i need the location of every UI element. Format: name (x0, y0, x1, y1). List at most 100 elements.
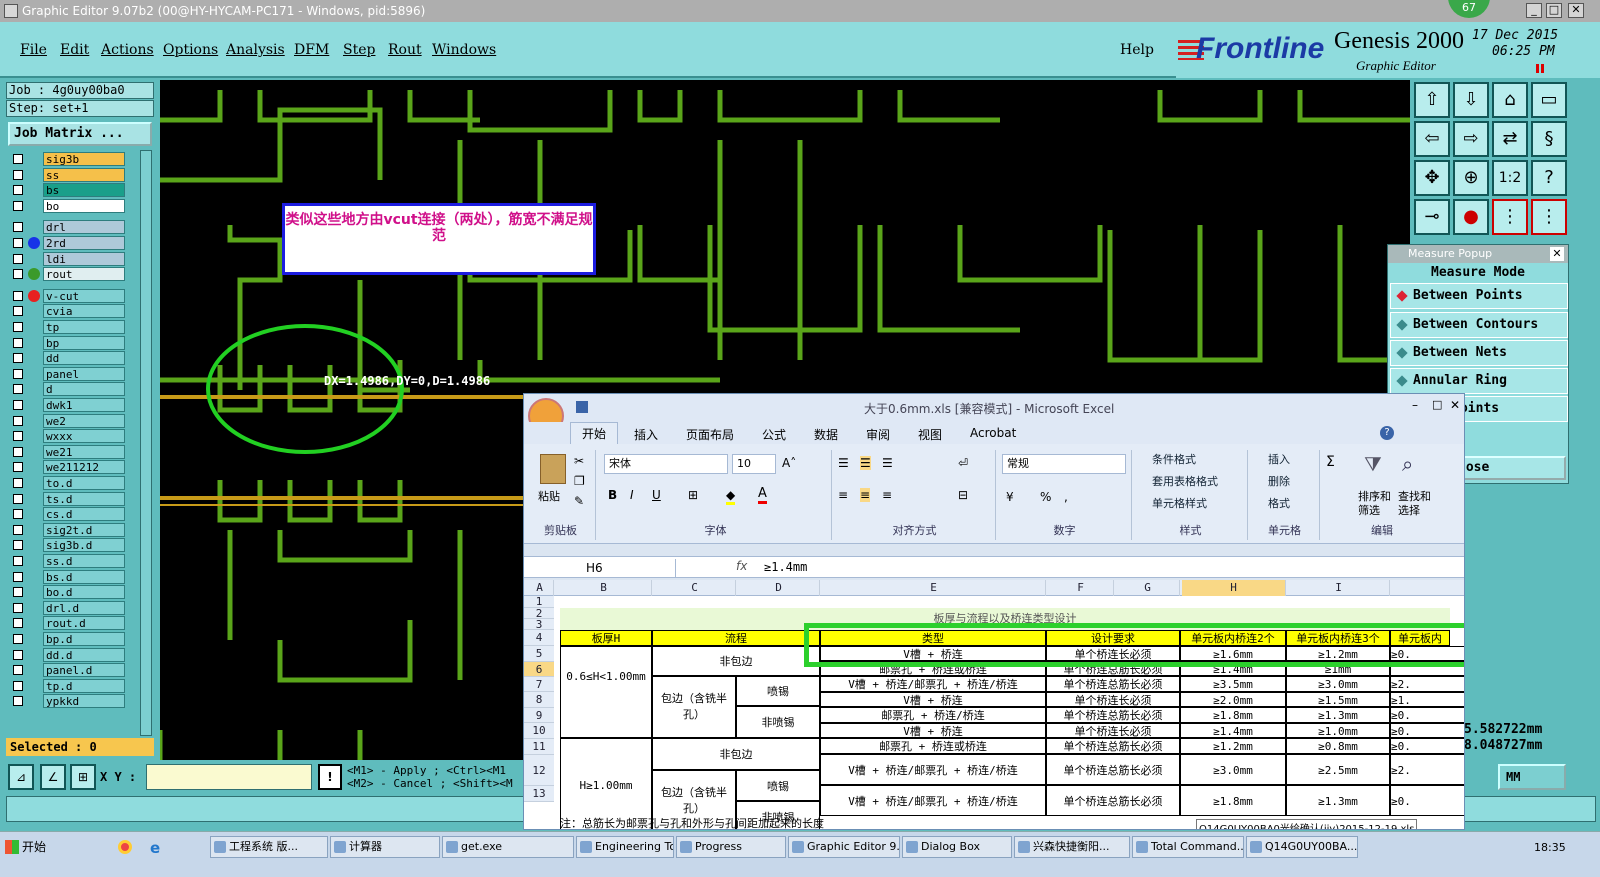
layer-row[interactable]: we21 (10, 444, 125, 459)
layer-row[interactable]: dd.d (10, 647, 125, 662)
layer-checkbox[interactable] (13, 446, 23, 457)
measure-close-button[interactable]: lose (1448, 456, 1566, 480)
number-format-select[interactable]: 常规 (1002, 454, 1126, 474)
conditional-format-button[interactable]: 条件格式 (1152, 450, 1196, 470)
layer-checkbox[interactable] (13, 253, 23, 264)
warning-icon[interactable]: ! (318, 764, 342, 790)
tool-snake-icon[interactable]: § (1531, 121, 1567, 157)
italic-button[interactable]: I (630, 488, 634, 502)
layer-checkbox[interactable] (13, 222, 23, 233)
layer-row[interactable]: bp (10, 335, 125, 350)
maximize-button[interactable]: □ (1546, 3, 1562, 18)
grow-font-button[interactable]: A˄ (782, 456, 796, 470)
layer-row[interactable]: drl (10, 220, 125, 235)
menu-options[interactable]: Options (163, 42, 218, 58)
layer-checkbox[interactable] (13, 478, 23, 488)
tool-net2-icon[interactable]: ⋮ (1531, 199, 1567, 235)
tab-acrobat[interactable]: Acrobat (970, 426, 1016, 440)
cut-icon[interactable]: ✂ (574, 454, 584, 468)
spreadsheet-grid[interactable]: A B C D E F G H I 1 2 3 4 5 6 7 8 9 10 11 12 13 板厚与流程以及桥连类型设计板… (524, 580, 1464, 829)
angle-icon[interactable]: ∠ (40, 764, 66, 790)
tool-swap-icon[interactable]: ⇄ (1492, 121, 1528, 157)
fx-icon[interactable]: fx (736, 559, 747, 573)
layer-row[interactable]: drl.d (10, 600, 125, 615)
layer-row[interactable]: ts.d (10, 491, 125, 506)
merge-icon[interactable]: ⊟ (958, 488, 968, 502)
layer-checkbox[interactable] (13, 571, 23, 582)
layer-row[interactable]: to.d (10, 476, 125, 490)
layer-checkbox[interactable] (13, 290, 23, 301)
layer-row[interactable]: rout (10, 267, 125, 282)
percent-icon[interactable]: % (1040, 490, 1051, 504)
menu-windows[interactable]: Windows (432, 42, 496, 58)
layer-row[interactable]: ss (10, 167, 125, 182)
tab-formulas[interactable]: 公式 (762, 426, 786, 443)
tab-view[interactable]: 视图 (918, 426, 942, 443)
layer-row[interactable]: we211212 (10, 460, 125, 475)
tab-layout[interactable]: 页面布局 (686, 426, 734, 443)
format-as-table-button[interactable]: 套用表格格式 (1152, 472, 1218, 492)
taskbar-item[interactable]: Engineering To... (576, 836, 674, 858)
layer-checkbox[interactable] (13, 696, 23, 707)
layer-checkbox[interactable] (13, 322, 23, 332)
tab-review[interactable]: 审阅 (866, 426, 890, 443)
underline-button[interactable]: U (652, 488, 661, 502)
tab-data[interactable]: 数据 (814, 426, 838, 443)
sum-icon[interactable]: Σ (1326, 454, 1335, 470)
layer-checkbox[interactable] (13, 556, 23, 566)
menu-help[interactable]: Help (1120, 42, 1154, 58)
notification-badge[interactable]: 67 (1448, 0, 1490, 18)
layer-row[interactable]: ss.d (10, 554, 125, 568)
delete-button[interactable]: 删除 (1268, 472, 1290, 492)
tool-fit-icon[interactable]: ✥ (1414, 160, 1450, 196)
layer-row[interactable]: rout.d (10, 616, 125, 631)
font-name-select[interactable]: 宋体 (604, 454, 728, 474)
layer-checkbox[interactable] (13, 337, 23, 348)
layer-row[interactable]: cs.d (10, 507, 125, 522)
tool-down-icon[interactable]: ⇩ (1453, 82, 1489, 118)
layer-checkbox[interactable] (13, 269, 23, 280)
layer-checkbox[interactable] (13, 400, 23, 410)
find-select-button[interactable]: 查找和选择 (1398, 490, 1434, 518)
tool-net-icon[interactable]: ⋮ (1492, 199, 1528, 235)
layer-row[interactable]: panel.d (10, 663, 125, 678)
insert-button[interactable]: 插入 (1268, 450, 1290, 470)
menu-dfm[interactable]: DFM (294, 42, 329, 58)
menu-rout[interactable]: Rout (388, 42, 422, 58)
comma-icon[interactable]: , (1064, 490, 1068, 504)
copy-icon[interactable]: ❐ (574, 474, 585, 488)
taskbar-item[interactable]: 兴森快捷衡阳... (1014, 836, 1130, 858)
layer-row[interactable]: dwk1 (10, 398, 125, 412)
taskbar-item[interactable]: 工程系统 版... (210, 836, 328, 858)
taskbar-item[interactable]: get.exe (442, 836, 574, 858)
layer-checkbox[interactable] (13, 680, 23, 691)
layer-checkbox[interactable] (13, 493, 23, 504)
layer-checkbox[interactable] (13, 587, 23, 598)
start-button[interactable]: 开始 (2, 834, 52, 860)
find-icon[interactable]: ⌕ (1402, 452, 1413, 476)
layer-checkbox[interactable] (13, 618, 23, 629)
bold-button[interactable]: B (608, 488, 617, 502)
layer-checkbox[interactable] (13, 169, 23, 180)
layer-row[interactable]: tp.d (10, 678, 125, 693)
tool-help-icon[interactable]: ? (1531, 160, 1567, 196)
measure-popup-close-icon[interactable]: ✕ (1550, 247, 1564, 261)
snap-icon[interactable]: ⊿ (8, 764, 34, 790)
layer-checkbox[interactable] (13, 415, 23, 426)
grid-icon[interactable]: ⊞ (70, 764, 96, 790)
paste-button[interactable]: 粘贴 (538, 488, 560, 504)
wrap-text-icon[interactable]: ⏎ (958, 456, 968, 470)
layer-row[interactable]: tp (10, 320, 125, 334)
excel-close-button[interactable]: ✕ (1450, 398, 1460, 412)
layer-checkbox[interactable] (13, 634, 23, 644)
tool-home-icon[interactable]: ⌂ (1492, 82, 1528, 118)
layer-row[interactable]: 2rd (10, 236, 125, 250)
layer-checkbox[interactable] (13, 431, 23, 442)
font-size-select[interactable]: 10 (732, 454, 776, 474)
tool-probe-icon[interactable]: ● (1453, 199, 1489, 235)
format-painter-icon[interactable]: ✎ (574, 494, 584, 508)
app-icon[interactable] (4, 4, 18, 18)
option-annular-ring[interactable]: Annular Ring (1390, 368, 1568, 394)
menu-actions[interactable]: Actions (101, 42, 154, 58)
tool-center-icon[interactable]: ⊕ (1453, 160, 1489, 196)
